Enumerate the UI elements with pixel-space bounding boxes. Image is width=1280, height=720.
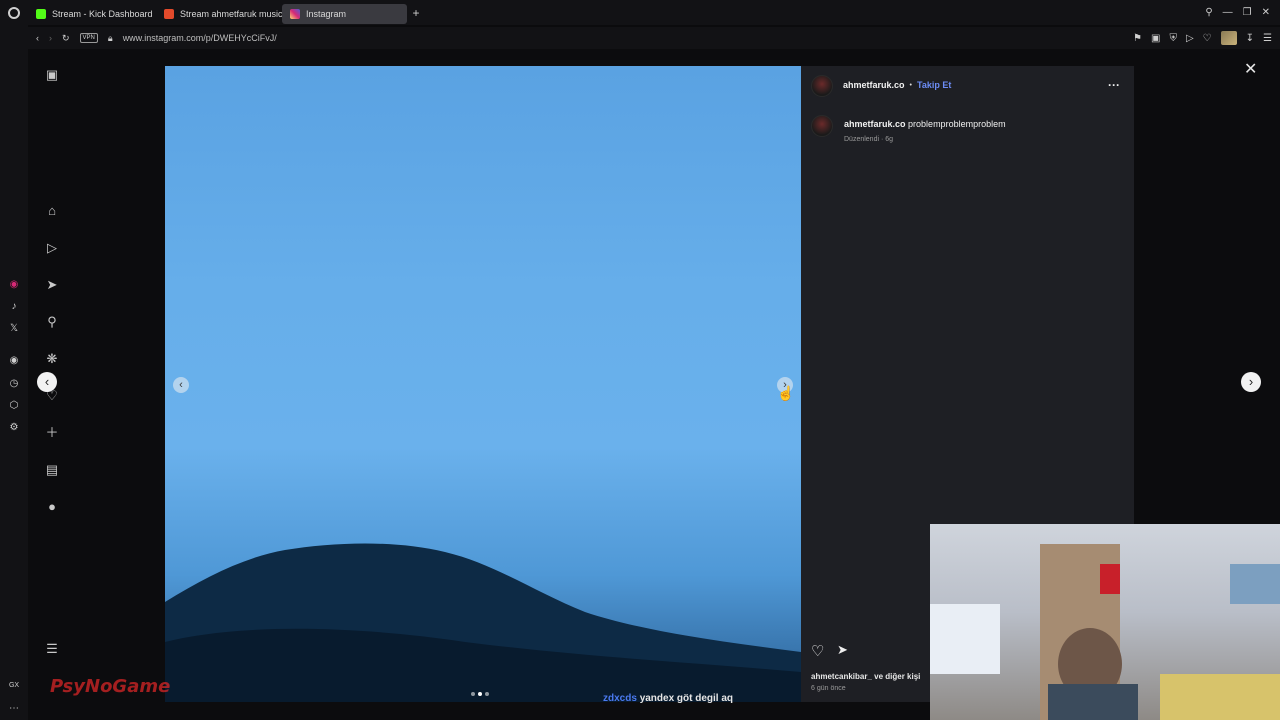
heart-icon[interactable]: ♡ [1203,33,1212,44]
like-icon[interactable]: ♡ [811,642,824,660]
forward-icon[interactable]: › [49,33,52,43]
shield-icon[interactable]: ⛨ [1169,33,1177,44]
mountain-silhouette [165,543,801,702]
chat-message: yandex göt degil aq [639,693,734,704]
minimize-icon[interactable]: — [1223,7,1233,18]
close-post-icon[interactable]: ✕ [1244,59,1257,79]
carousel-prev-button[interactable]: ‹ [173,377,189,393]
caption-username[interactable]: ahmetfaruk.co [844,119,906,129]
profile-thumbnail[interactable] [1220,31,1237,45]
author-avatar[interactable] [811,75,833,97]
hand-cursor-icon: ☝ [777,385,795,401]
pin-icon[interactable]: ⚑ [1133,33,1142,44]
new-tab-button[interactable]: + [407,6,425,20]
restore-icon[interactable]: ❐ [1243,7,1252,18]
post-image[interactable]: ‹ › [165,66,801,702]
tiktok-sidebar-icon[interactable]: ♪ [8,301,20,313]
more-options-icon[interactable]: ··· [1108,78,1120,92]
tab-label: Stream - Kick Dashboard [52,8,153,19]
author-username[interactable]: ahmetfaruk.co [843,80,905,90]
caption-meta: Düzenlendi · 6g [844,136,894,143]
reels-icon[interactable]: ▷ [44,240,60,256]
more-menu-icon[interactable]: ☰ [44,641,60,657]
caption-avatar[interactable] [811,115,833,137]
settings-sidebar-icon[interactable]: ⚙ [8,422,20,434]
profile-icon[interactable]: ● [44,499,60,515]
caption-text: problemproblemproblem [908,119,1006,129]
carousel-dot [485,692,489,696]
gx-control-icon[interactable]: GX [8,680,20,692]
messages-icon[interactable]: ➤ [44,277,60,293]
prev-post-button[interactable]: ‹ [37,372,57,392]
lock-icon: 🔒︎ [107,32,113,43]
url-field[interactable]: www.instagram.com/p/DWEHYcCiFvJ/ [123,33,277,43]
next-post-button[interactable]: › [1241,372,1261,392]
share-icon[interactable]: ➤ [837,642,848,658]
search-icon[interactable]: ⚲ [44,314,60,330]
stream-logo-watermark: PsyNoGame [50,676,171,697]
vpn-badge[interactable]: VPN [79,33,98,43]
x-sidebar-icon[interactable]: 𝕏 [8,323,20,335]
search-tabs-icon[interactable]: ⚲ [1205,7,1212,18]
webcam-scene [930,544,1280,720]
download-icon[interactable]: ↧ [1246,33,1254,44]
tab-instagram[interactable]: Instagram [282,3,407,24]
instagram-logo-icon[interactable]: ▣ [44,67,60,83]
reload-icon[interactable]: ↻ [62,33,70,44]
explore-icon[interactable]: ❋ [44,351,60,367]
history-sidebar-icon[interactable]: ◷ [8,378,20,390]
follow-button[interactable]: Takip Et [917,80,951,90]
create-icon[interactable]: ＋ [44,425,60,441]
opera-logo-icon[interactable] [0,0,28,25]
close-window-icon[interactable]: ✕ [1262,7,1270,18]
chat-username: zdxcds [603,693,637,704]
likes-text[interactable]: ahmetcankibar_ ve diğer kişi [811,672,920,681]
tab-label: Instagram [306,8,347,19]
instagram-sidebar-icon[interactable]: ◉ [8,279,20,291]
home-icon[interactable]: ⌂ [44,203,60,219]
browser-sidebar: ◉ ♪ 𝕏 ◉ ◷ ⬡ ⚙ GX ⋯ [0,25,28,720]
tab-stream-music[interactable]: Stream ahmetfaruk music [156,4,282,24]
kick-favicon-icon [36,8,46,19]
stream-chat-overlay: zdxcds yandex göt degil aq [603,693,733,704]
player-sidebar-icon[interactable]: ◉ [8,355,20,367]
separator: • [909,81,912,89]
tab-label: Stream ahmetfaruk music [180,8,282,19]
snapshot-icon[interactable]: ▣ [1151,33,1160,44]
soundcloud-favicon-icon [164,8,174,19]
extensions-sidebar-icon[interactable]: ⬡ [8,400,20,412]
tab-bar: Stream - Kick Dashboard Stream ahmetfaru… [0,0,1280,25]
instagram-favicon-icon [290,8,300,19]
menu-icon[interactable]: ☰ [1263,33,1272,44]
tab-kick-dashboard[interactable]: Stream - Kick Dashboard [28,4,156,24]
webcam-overlay [930,524,1280,720]
back-icon[interactable]: ‹ [36,33,39,43]
post-time: 6 gün önce [811,685,846,692]
carousel-dot-active [478,692,482,696]
carousel-dot [471,692,475,696]
dashboard-icon[interactable]: ▤ [44,462,60,478]
play-icon[interactable]: ▷ [1186,33,1194,44]
carousel-dots [471,692,489,696]
address-bar: ‹ › ↻ VPN 🔒︎ www.instagram.com/p/DWEHYcC… [28,27,1280,49]
more-sidebar-icon[interactable]: ⋯ [8,703,20,715]
